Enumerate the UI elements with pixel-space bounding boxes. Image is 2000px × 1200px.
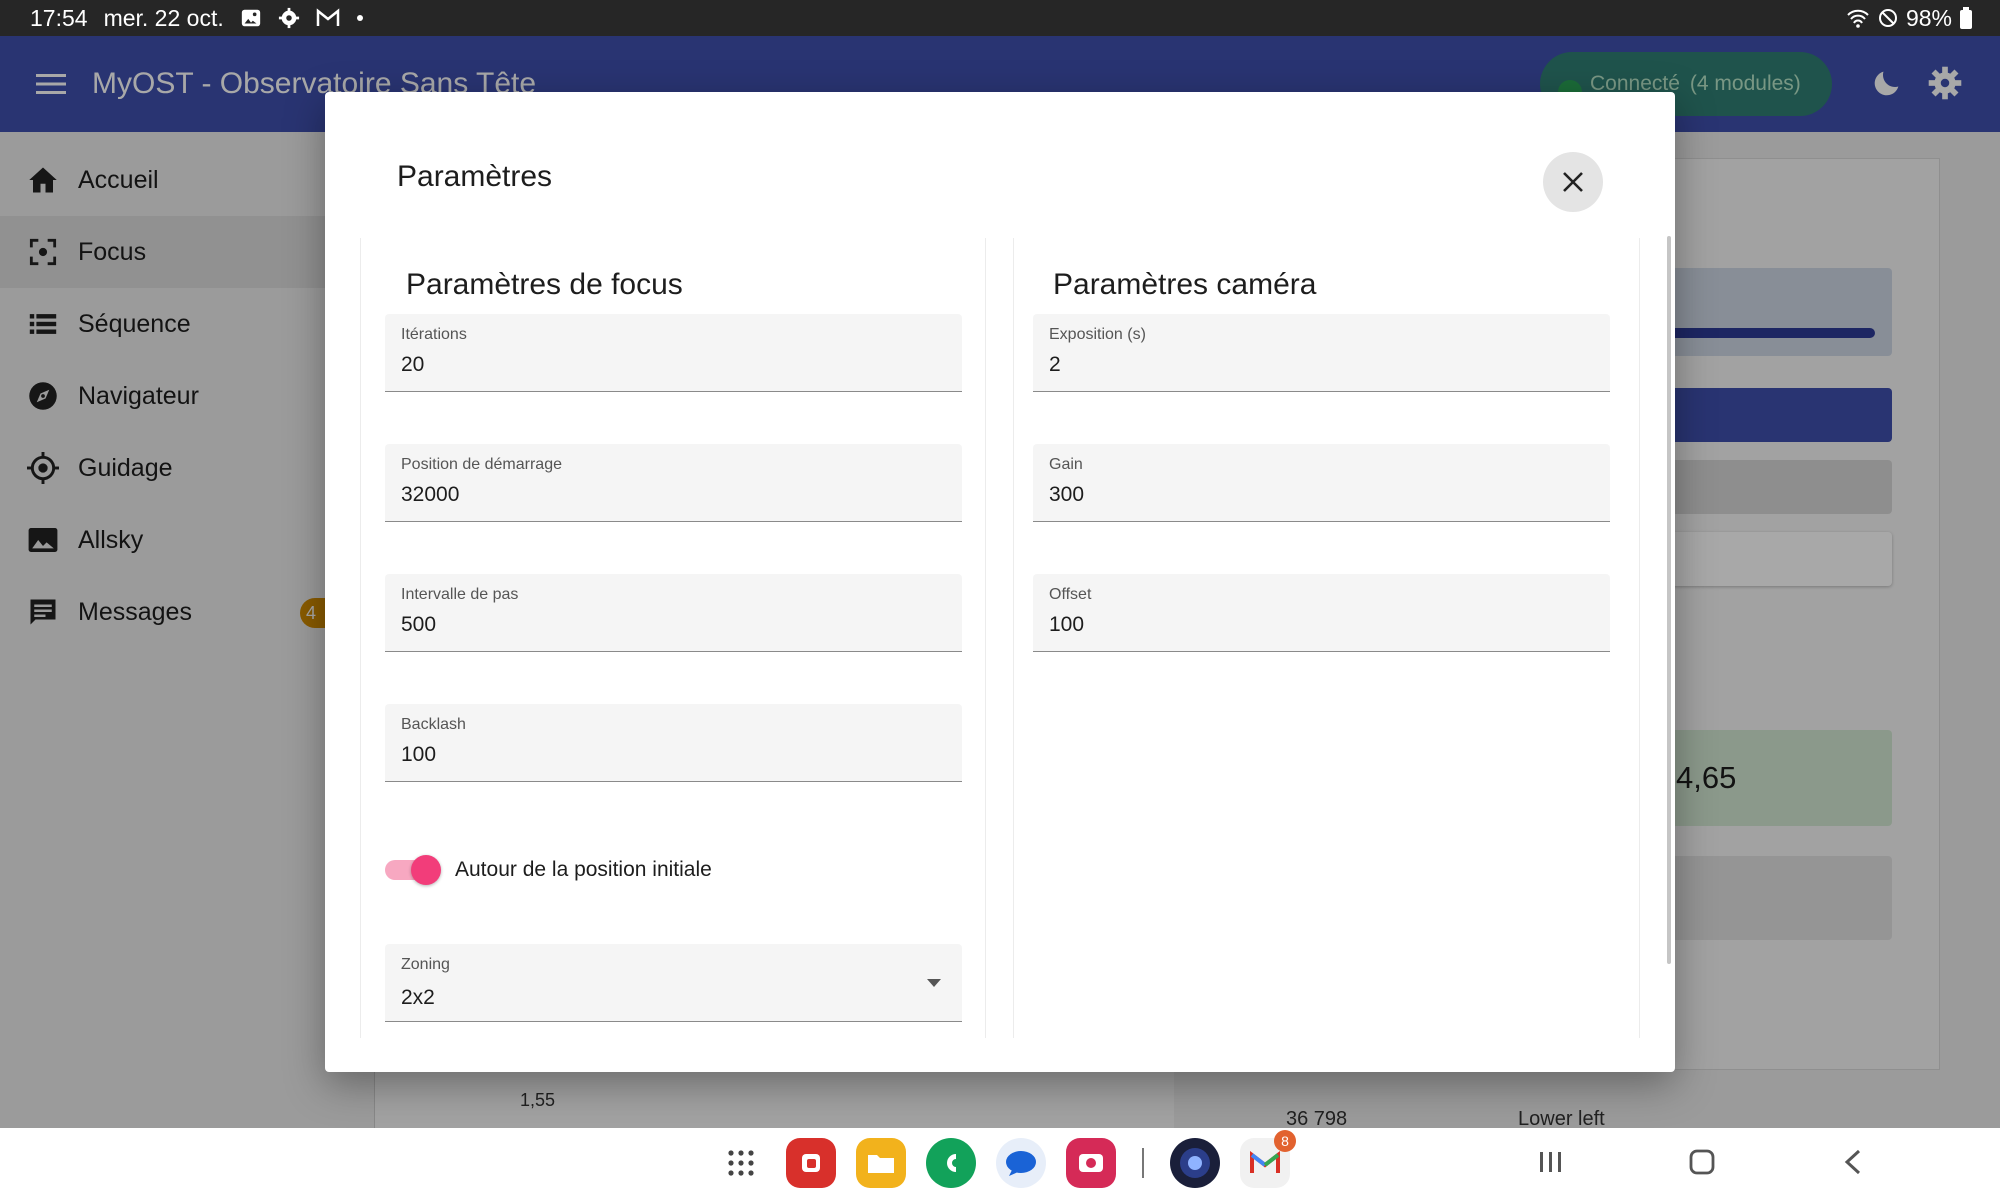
close-dialog-button[interactable] [1543,152,1603,212]
back-button-icon[interactable] [1842,1148,1864,1176]
step-interval-input[interactable] [401,608,921,642]
close-icon [1561,170,1585,194]
dialog-scrollbar[interactable] [1667,236,1671,964]
do-not-disturb-icon [1878,8,1898,28]
battery-icon [1960,7,1972,29]
offset-label: Offset [1049,586,1092,603]
status-date: mer. 22 oct. [103,4,224,31]
backlash-input[interactable] [401,738,921,772]
settings-notification-icon [278,7,300,29]
files-app-icon[interactable] [856,1138,906,1188]
around-initial-position-label: Autour de la position initiale [455,858,712,881]
toggle-thumb [411,855,441,885]
exposure-field: Exposition (s) [1033,314,1610,392]
start-position-label: Position de démarrage [401,456,562,473]
flip-app-icon[interactable] [786,1138,836,1188]
gallery-notification-icon [240,7,262,29]
offset-field: Offset [1033,574,1610,652]
zoning-value: 2x2 [401,986,435,1009]
step-interval-label: Intervalle de pas [401,586,519,603]
backlash-field: Backlash [385,704,962,782]
apps-grid-icon[interactable] [716,1138,766,1188]
zoning-label: Zoning [401,956,450,973]
camera-section-title: Paramètres caméra [1053,268,1317,301]
recent-apps-icon[interactable] [1538,1148,1564,1176]
wifi-icon [1846,8,1870,28]
battery-percent: 98% [1905,4,1952,31]
iterations-label: Itérations [401,326,467,343]
myost-app-icon[interactable] [1170,1138,1220,1188]
gmail-notification-icon [316,8,340,28]
status-bar: 17:54 mer. 22 oct. 98% [0,0,2000,36]
zoning-select[interactable]: Zoning 2x2 [385,944,962,1022]
app-dock: 8 [716,1130,1296,1188]
iterations-input[interactable] [401,348,921,382]
gain-field: Gain [1033,444,1610,522]
exposure-label: Exposition (s) [1049,326,1146,343]
start-position-input[interactable] [401,478,921,512]
dialog-title: Paramètres [397,160,553,193]
offset-input[interactable] [1049,608,1569,642]
gain-input[interactable] [1049,478,1569,512]
focus-section-title: Paramètres de focus [406,268,683,301]
gmail-unread-badge: 8 [1274,1130,1296,1152]
step-interval-field: Intervalle de pas [385,574,962,652]
camera-settings-section: Paramètres caméra Exposition (s) Gain Of… [1013,238,1640,1038]
around-initial-position-row: Autour de la position initiale [385,854,712,886]
iterations-field: Itérations [385,314,962,392]
phone-app-icon[interactable] [926,1138,976,1188]
more-notifications-dot-icon [356,14,364,22]
focus-settings-section: Paramètres de focus Itérations Position … [360,238,986,1038]
backlash-label: Backlash [401,716,466,733]
gain-label: Gain [1049,456,1083,473]
dock-separator [1142,1148,1144,1178]
start-position-field: Position de démarrage [385,444,962,522]
chevron-down-icon [926,978,942,988]
gmail-app-icon[interactable]: 8 [1240,1130,1296,1188]
settings-dialog: Paramètres Paramètres de focus Itération… [325,92,1675,1072]
camera-app-icon[interactable] [1066,1138,1116,1188]
system-navigation-bar: 8 [0,1128,2000,1200]
around-initial-position-toggle[interactable] [385,854,441,886]
chat-app-icon[interactable] [996,1138,1046,1188]
home-button-icon[interactable] [1688,1148,1716,1176]
exposure-input[interactable] [1049,348,1569,382]
status-time: 17:54 [30,4,88,31]
